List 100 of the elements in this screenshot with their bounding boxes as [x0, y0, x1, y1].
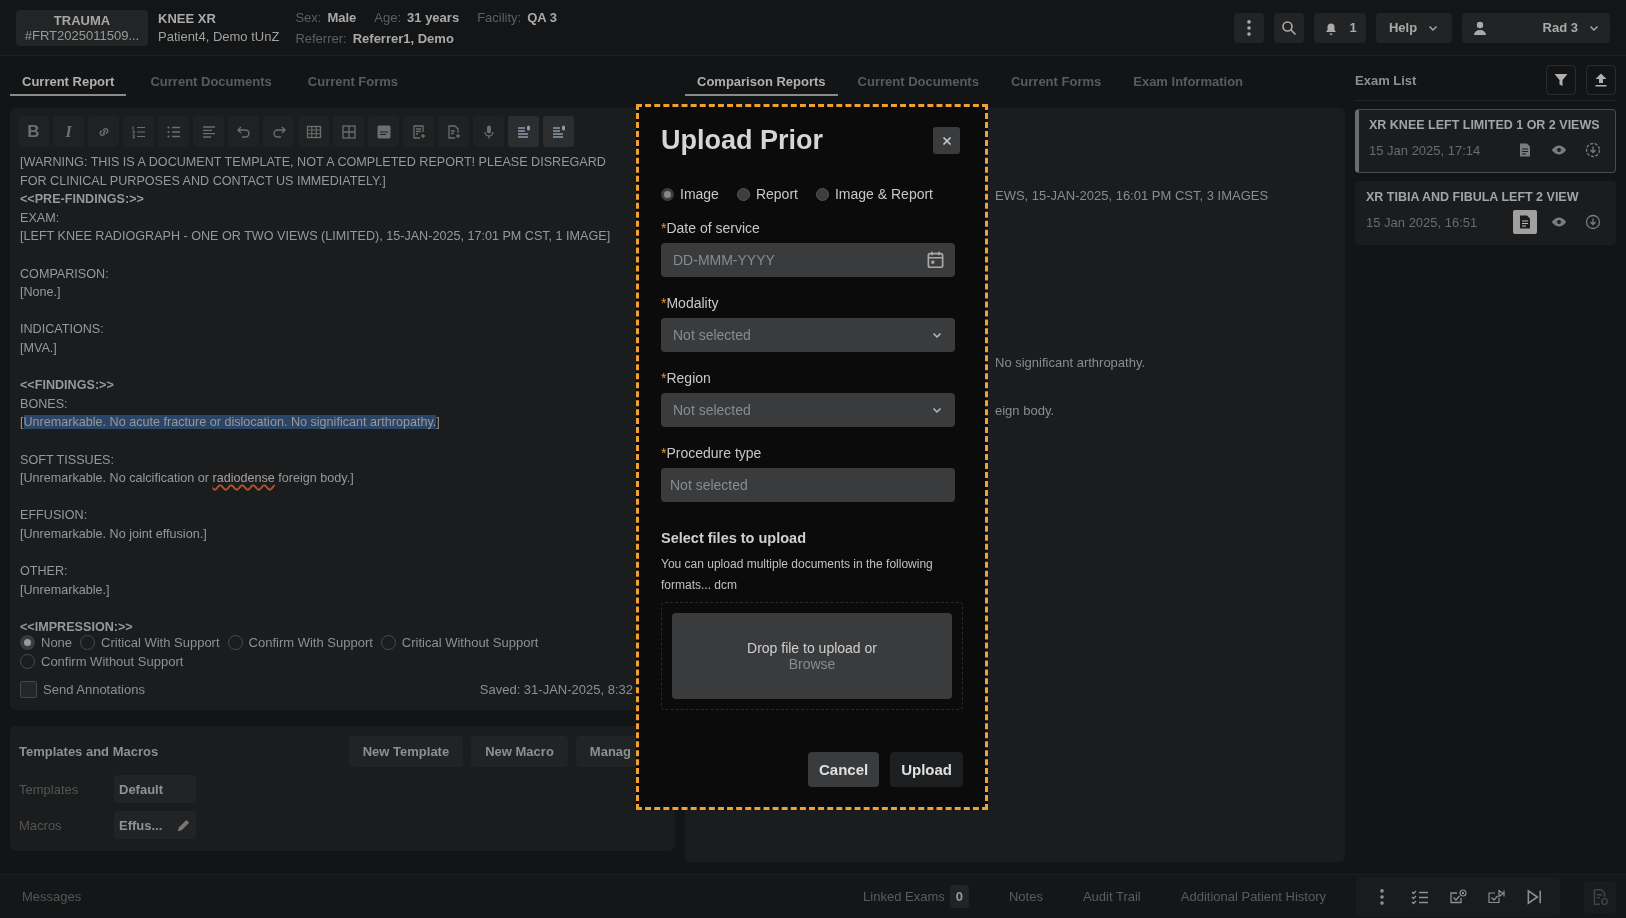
dropdown-field[interactable]: Not selected	[661, 318, 955, 352]
tab[interactable]: Current Forms	[998, 68, 1114, 96]
document-icon	[1517, 214, 1533, 230]
link-button[interactable]	[88, 116, 119, 147]
checkbox[interactable]	[20, 681, 37, 698]
search-button[interactable]	[1274, 12, 1304, 43]
file-add-icon	[445, 123, 462, 140]
dictation-button[interactable]	[543, 116, 574, 147]
pdf-button[interactable]	[368, 116, 399, 147]
date-field[interactable]: DD-MMM-YYYY	[661, 243, 955, 277]
radio-button[interactable]	[815, 187, 829, 201]
exam-card[interactable]: XR TIBIA AND FIBULA LEFT 2 VIEW 15 Jan 2025, 16:51	[1355, 181, 1616, 245]
download-icon	[1585, 214, 1601, 230]
exam-title: XR TIBIA AND FIBULA LEFT 2 VIEW	[1366, 190, 1580, 204]
selector[interactable]: Default	[114, 775, 196, 803]
filter-button[interactable]	[1546, 65, 1576, 95]
exam-list-title: Exam List	[1355, 72, 1417, 88]
info-label: Age:	[374, 9, 402, 25]
report-heading: <<IMPRESSION:>>	[20, 618, 134, 631]
more-icon	[1247, 19, 1251, 36]
drop-zone[interactable]: Drop file to upload or Browse	[672, 613, 952, 699]
italic-button[interactable]: I	[53, 116, 84, 147]
mic-button[interactable]	[473, 116, 504, 147]
dictation-list-icon	[515, 123, 532, 140]
browse-link[interactable]: Browse	[788, 656, 836, 672]
criticality-option[interactable]: Confirm Without Support	[20, 654, 184, 669]
field-label: *Procedure type	[661, 445, 763, 461]
redo-button[interactable]	[263, 116, 294, 147]
tab[interactable]: Exam Information	[1121, 68, 1256, 96]
upload-button[interactable]	[1586, 65, 1616, 95]
note-add-button[interactable]	[403, 116, 434, 147]
ordered-list-button[interactable]	[123, 116, 154, 147]
upload-type-option[interactable]: Image	[661, 186, 719, 202]
tab[interactable]: Current Documents	[845, 68, 991, 96]
radio-button[interactable]	[20, 635, 35, 650]
radio-button[interactable]	[661, 187, 674, 201]
upload-button[interactable]: Upload	[890, 752, 963, 787]
notifications-button[interactable]: 1	[1314, 12, 1366, 43]
footer-tab[interactable]: Linked Exams 0	[863, 885, 969, 908]
criticality-option[interactable]: Critical Without Support	[380, 635, 539, 650]
upload-type-option[interactable]: Report	[736, 186, 798, 202]
user-menu[interactable]: Rad 3	[1462, 12, 1610, 43]
send-annotations-checkbox[interactable]: Send Annotations	[20, 681, 145, 698]
filter-icon	[1553, 72, 1569, 88]
radio-button[interactable]	[736, 187, 750, 201]
footer-tab[interactable]: Additional Patient History	[1180, 889, 1326, 904]
report-line: OTHER:	[20, 563, 69, 581]
tab[interactable]: Current Documents	[138, 68, 284, 96]
report-line: EXAM:	[20, 209, 61, 227]
dictation-button[interactable]	[508, 116, 539, 147]
report-line: [WARNING: THIS IS A DOCUMENT TEMPLATE, NOT A COMPLETED REPORT! PLEASE DISREGARD	[20, 154, 607, 171]
cancel-button[interactable]: Cancel	[807, 752, 880, 787]
tab[interactable]: Comparison Reports	[685, 68, 838, 96]
priority-label: TRAUMA	[53, 12, 111, 28]
report-line: [Unremarkable.]	[20, 581, 111, 599]
document-refresh-icon	[1591, 887, 1609, 906]
report-line: [None.]	[20, 284, 62, 302]
grid-button[interactable]	[333, 116, 364, 147]
selector[interactable]: Effus...	[114, 811, 196, 839]
report-button[interactable]	[1513, 210, 1537, 234]
footer-tab[interactable]: Notes	[1008, 889, 1043, 904]
panel-button[interactable]: New Template	[348, 736, 464, 767]
input-field[interactable]: Not selected	[661, 468, 955, 502]
upload-type-option[interactable]: Image & Report	[815, 186, 933, 202]
report-heading: <<FINDINGS:>>	[20, 377, 115, 395]
dialog-title: Upload Prior	[661, 125, 823, 156]
report-line: EWS, 15-JAN-2025, 16:01 PM CST, 3 IMAGES	[995, 188, 1270, 203]
align-button[interactable]	[193, 116, 224, 147]
field-label: Macros	[19, 817, 63, 833]
tab[interactable]: Current Forms	[295, 68, 411, 96]
file-add-button[interactable]	[438, 116, 469, 147]
download-icon	[1585, 142, 1601, 158]
report-line: FOR CLINICAL PURPOSES AND CONTACT US IMMEDIATELY.]	[20, 172, 387, 190]
footer-tab[interactable]: Audit Trail	[1082, 889, 1141, 904]
upload-hint: You can upload multiple documents in the following formats... dcm	[661, 556, 934, 594]
report-line: eign body.	[995, 403, 1056, 418]
criticality-option[interactable]: Confirm With Support	[227, 635, 373, 650]
tab[interactable]: Current Report	[10, 68, 127, 96]
report-line: [Unremarkable. No joint effusion.]	[20, 525, 208, 543]
more-button[interactable]	[1234, 12, 1264, 43]
table-icon	[305, 123, 322, 140]
table-button[interactable]	[298, 116, 329, 147]
bullet-list-button[interactable]	[158, 116, 189, 147]
close-button[interactable]	[933, 127, 960, 154]
grid-icon	[340, 123, 357, 140]
report-history-button[interactable]	[1584, 880, 1616, 913]
panel-button[interactable]: New Macro	[471, 736, 568, 767]
field-label: *Modality	[661, 295, 720, 311]
info-value: QA 3	[527, 9, 558, 25]
info-label: Sex:	[295, 9, 322, 25]
criticality-option[interactable]: Critical With Support	[80, 635, 220, 650]
criticality-option[interactable]: None	[20, 635, 73, 650]
report-line: BONES:	[20, 395, 69, 413]
upload-icon	[1593, 72, 1609, 88]
bold-button[interactable]: B	[18, 116, 49, 147]
exam-card[interactable]: XR KNEE LEFT LIMITED 1 OR 2 VIEWS 15 Jan 2025, 17:14	[1355, 109, 1616, 173]
help-dropdown[interactable]: Help	[1376, 12, 1452, 43]
dropdown-field[interactable]: Not selected	[661, 393, 955, 427]
report-line: [Unremarkable. No calcification or radiodense foreign body.]	[20, 470, 355, 488]
undo-button[interactable]	[228, 116, 259, 147]
